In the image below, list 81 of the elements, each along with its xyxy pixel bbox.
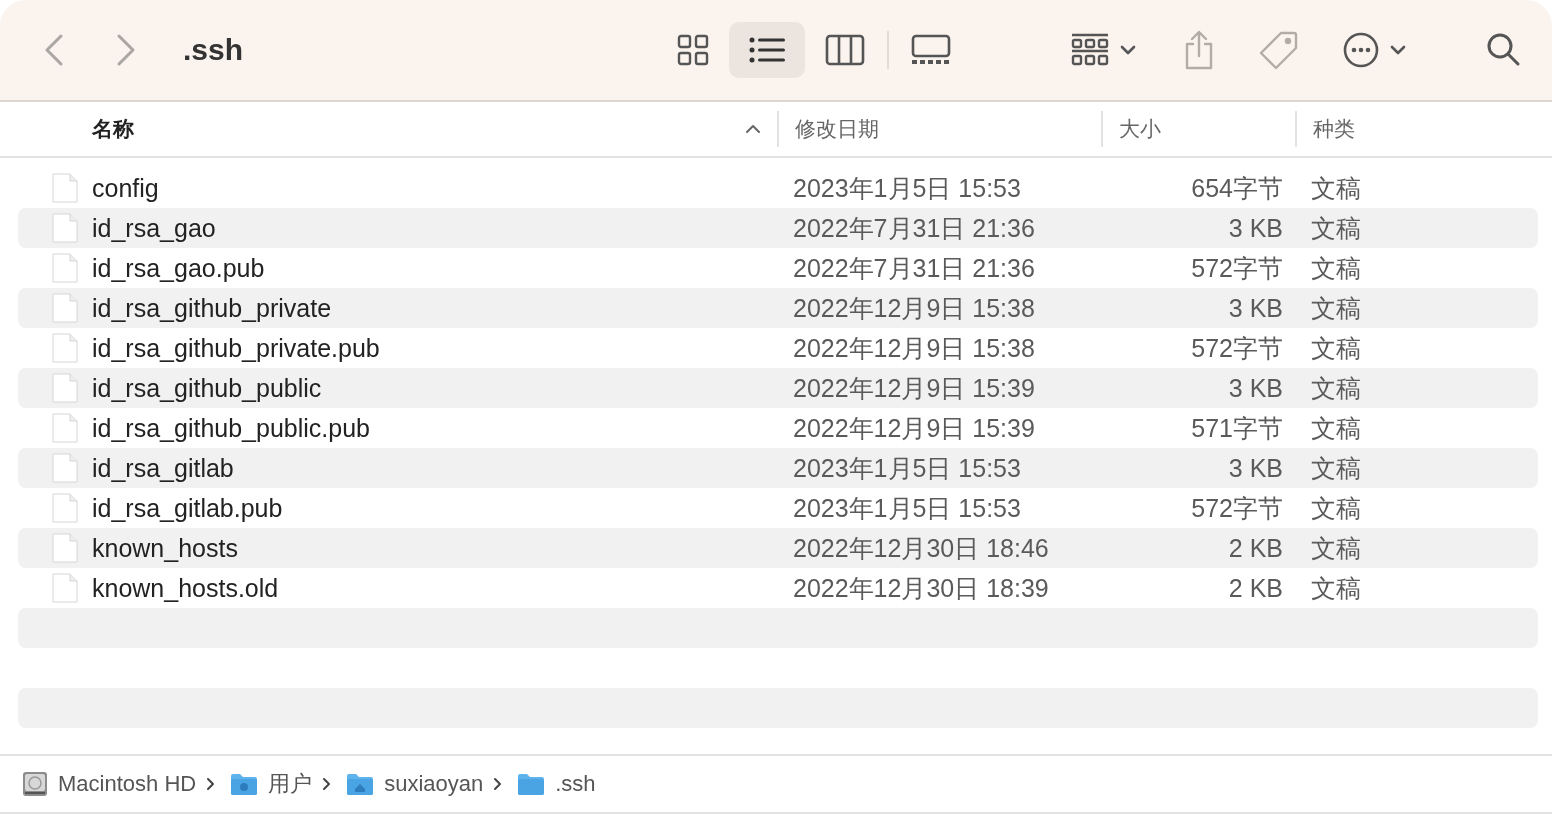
more-menu-button[interactable] (1343, 32, 1408, 68)
modified-date: 2023年1月5日 15:53 (792, 492, 1022, 524)
modified-date: 2022年12月30日 18:46 (792, 532, 1050, 564)
file-name[interactable]: id_rsa_gao.pub (92, 253, 265, 283)
file-size: 572字节 (1190, 252, 1284, 284)
file-kind: 文稿 (1310, 252, 1362, 284)
modified-date: 2022年7月31日 21:36 (792, 252, 1036, 284)
file-size: 3 KB (1227, 293, 1284, 323)
file-kind: 文稿 (1310, 372, 1362, 404)
modified-date: 2022年12月9日 15:39 (792, 372, 1036, 404)
file-kind: 文稿 (1310, 492, 1362, 524)
file-size: 3 KB (1227, 373, 1284, 403)
file-kind: 文稿 (1310, 532, 1362, 564)
folder-icon (517, 772, 546, 796)
chevron-icon (322, 777, 333, 791)
column-header[interactable]: 种类 (1295, 111, 1552, 147)
file-size: 2 KB (1227, 533, 1284, 563)
file-name[interactable]: known_hosts (92, 533, 238, 563)
document-icon (52, 253, 78, 283)
group-menu-button[interactable] (1071, 33, 1138, 67)
document-icon (52, 173, 78, 203)
modified-date: 2022年7月31日 21:36 (792, 212, 1036, 244)
path-item[interactable]: .ssh (555, 771, 596, 797)
file-kind: 文稿 (1310, 172, 1362, 204)
document-icon (52, 453, 78, 483)
modified-date: 2022年12月9日 15:39 (792, 412, 1036, 444)
modified-date: 2023年1月5日 15:53 (792, 452, 1022, 484)
file-name[interactable]: id_rsa_github_public (92, 373, 322, 403)
chevron-icon (493, 777, 504, 791)
list-icon (749, 36, 786, 64)
file-name[interactable]: id_rsa_github_private.pub (92, 333, 380, 363)
user-folder-icon (230, 772, 259, 796)
file-size: 3 KB (1227, 213, 1284, 243)
file-size: 2 KB (1227, 573, 1284, 603)
file-kind: 文稿 (1310, 412, 1362, 444)
document-icon (52, 373, 78, 403)
document-icon (52, 333, 78, 363)
home-folder-icon (346, 772, 375, 796)
path-item[interactable]: 用户 (268, 769, 313, 799)
file-size: 571字节 (1190, 412, 1284, 444)
column-header[interactable]: 名称 (0, 111, 777, 147)
document-icon (52, 293, 78, 323)
list-view-button[interactable] (729, 22, 806, 78)
search-button[interactable] (1486, 32, 1522, 68)
document-icon (52, 213, 78, 243)
file-name[interactable]: id_rsa_gitlab.pub (92, 493, 283, 523)
path-item[interactable]: Macintosh HD (58, 771, 197, 797)
caret-icon (1119, 44, 1138, 56)
icon-grid-icon (677, 34, 710, 66)
document-icon (52, 413, 78, 443)
modified-date: 2022年12月9日 15:38 (792, 332, 1036, 364)
group-grid-icon (1071, 33, 1110, 67)
file-kind: 文稿 (1310, 572, 1362, 604)
document-icon (52, 493, 78, 523)
modified-date: 2023年1月5日 15:53 (792, 172, 1022, 204)
document-icon (52, 573, 78, 603)
column-header[interactable]: 修改日期 (777, 111, 1101, 147)
file-size: 3 KB (1227, 453, 1284, 483)
file-name[interactable]: config (92, 173, 159, 203)
file-name[interactable]: id_rsa_gao (92, 213, 216, 243)
file-name[interactable]: id_rsa_github_public.pub (92, 413, 370, 443)
file-size: 654字节 (1190, 172, 1284, 204)
file-kind: 文稿 (1310, 452, 1362, 484)
file-size: 572字节 (1190, 492, 1284, 524)
columns-icon (825, 34, 866, 66)
gallery-icon (911, 34, 952, 66)
file-kind: 文稿 (1310, 212, 1362, 244)
path-item[interactable]: suxiaoyan (384, 771, 484, 797)
column-header[interactable]: 大小 (1101, 111, 1295, 147)
file-size: 572字节 (1190, 332, 1284, 364)
caret-icon (1389, 44, 1408, 56)
file-name[interactable]: id_rsa_github_private (92, 293, 332, 323)
file-kind: 文稿 (1310, 292, 1362, 324)
modified-date: 2022年12月30日 18:39 (792, 572, 1050, 604)
file-name[interactable]: id_rsa_gitlab (92, 453, 234, 483)
file-name[interactable]: known_hosts.old (92, 573, 279, 603)
window-title: .ssh (183, 33, 244, 67)
document-icon (52, 533, 78, 563)
file-kind: 文稿 (1310, 332, 1362, 364)
modified-date: 2022年12月9日 15:38 (792, 292, 1036, 324)
chevron-icon (206, 777, 217, 791)
